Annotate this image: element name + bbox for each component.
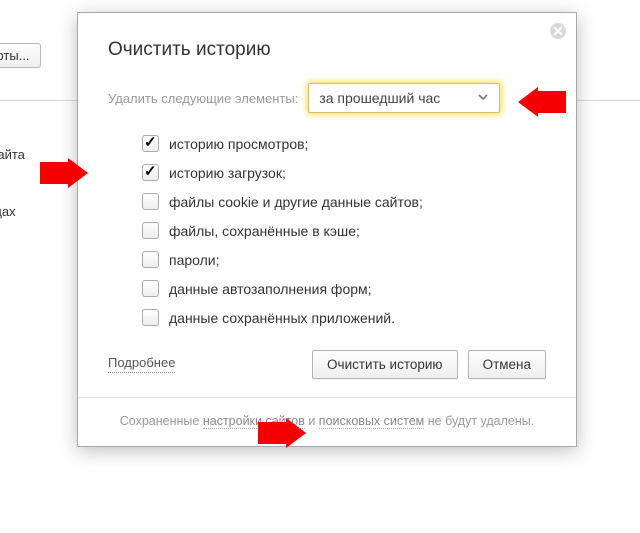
cancel-button[interactable]: Отмена — [468, 350, 546, 379]
period-select[interactable]: за прошедший час — [308, 83, 500, 113]
chevron-down-icon — [477, 90, 489, 106]
checkbox[interactable] — [142, 164, 159, 181]
close-icon[interactable] — [548, 21, 568, 41]
option-row[interactable]: пароли; — [142, 251, 546, 268]
option-label: пароли; — [169, 252, 220, 268]
dialog-footer: Сохраненные настройки сайтов и поисковых… — [78, 397, 576, 446]
option-label: данные автозаполнения форм; — [169, 281, 372, 297]
checkbox[interactable] — [142, 193, 159, 210]
option-label: историю просмотров; — [169, 136, 308, 152]
bg-text-1: и сайта — [0, 147, 25, 162]
options-list: историю просмотров; историю загрузок; файл… — [142, 135, 546, 326]
bg-text-2: ницах — [0, 204, 16, 219]
checkbox[interactable] — [142, 222, 159, 239]
footer-link-sites[interactable]: настройки сайтов — [203, 414, 305, 429]
clear-history-dialog: Очистить историю Удалить следующие элеме… — [77, 12, 577, 447]
footer-link-search[interactable]: поисковых систем — [319, 414, 424, 429]
checkbox[interactable] — [142, 309, 159, 326]
option-row[interactable]: файлы, сохранённые в кэше; — [142, 222, 546, 239]
option-row[interactable]: историю загрузок; — [142, 164, 546, 181]
option-label: файлы cookie и другие данные сайтов; — [169, 194, 423, 210]
checkbox[interactable] — [142, 251, 159, 268]
option-label: файлы, сохранённые в кэше; — [169, 223, 360, 239]
option-row[interactable]: данные сохранённых приложений. — [142, 309, 546, 326]
more-link[interactable]: Подробнее — [108, 356, 175, 372]
action-row: Подробнее Очистить историю Отмена — [108, 350, 546, 379]
period-value: за прошедший час — [319, 90, 440, 106]
checkbox[interactable] — [142, 135, 159, 152]
confirm-button[interactable]: Очистить историю — [312, 350, 458, 379]
option-row[interactable]: историю просмотров; — [142, 135, 546, 152]
period-row: Удалить следующие элементы: за прошедший… — [108, 83, 546, 113]
option-label: данные сохранённых приложений. — [169, 310, 395, 326]
period-label: Удалить следующие элементы: — [108, 91, 298, 106]
option-label: историю загрузок; — [169, 165, 286, 181]
checkbox[interactable] — [142, 280, 159, 297]
option-row[interactable]: файлы cookie и другие данные сайтов; — [142, 193, 546, 210]
option-row[interactable]: данные автозаполнения форм; — [142, 280, 546, 297]
dialog-title: Очистить историю — [108, 39, 546, 61]
bg-fonts-button[interactable]: фты... — [0, 43, 41, 68]
